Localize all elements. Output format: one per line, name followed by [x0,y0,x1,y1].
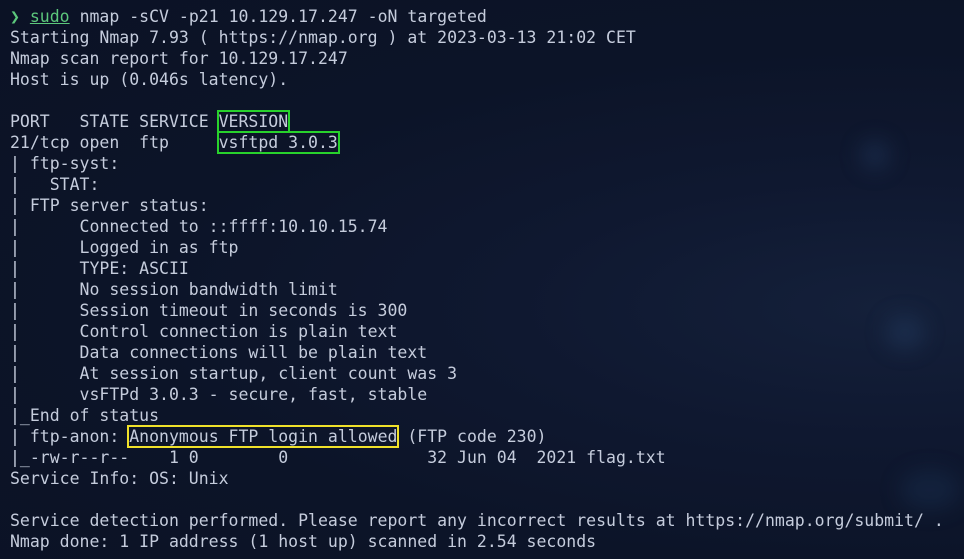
script-output-line: | vsFTPd 3.0.3 - secure, fast, stable [10,385,428,404]
script-output-line: | No session bandwidth limit [10,280,338,299]
script-output-line: | Control connection is plain text [10,322,398,341]
version-header-highlight: VERSION [216,110,291,133]
output-line: Nmap done: 1 IP address (1 host up) scan… [10,532,597,551]
script-output-line: | ftp-syst: [10,154,120,173]
command-name: sudo [29,7,70,26]
script-output-line: | Logged in as ftp [10,238,239,257]
service-info-line: Service Info: OS: Unix [10,469,229,488]
ftp-anon-prefix: | ftp-anon: [10,427,130,446]
terminal-output: ❯ sudo nmap -sCV -p21 10.129.17.247 -oN … [10,6,944,552]
script-output-line: | Connected to ::ffff:10.10.15.74 [10,217,388,236]
port-table-header: PORT STATE SERVICE VERSION [10,110,944,133]
script-output-line: | At session startup, client count was 3 [10,364,458,383]
header-columns: PORT STATE SERVICE [10,112,219,131]
ftp-anon-suffix: (FTP code 230) [397,427,547,446]
version-value-highlight: vsftpd 3.0.3 [216,131,340,154]
port-row: 21/tcp open ftp vsftpd 3.0.3 [10,131,944,154]
script-output-line: | TYPE: ASCII [10,259,189,278]
file-listing-line: |_-rw-r--r-- 1 0 0 32 Jun 04 2021 flag.t… [10,448,666,467]
anonymous-login-highlight: Anonymous FTP login allowed [127,425,400,448]
script-output-line: |_End of status [10,406,160,425]
output-line: Nmap scan report for 10.129.17.247 [10,49,348,68]
prompt-chevron-icon: ❯ [10,7,20,26]
output-line: Host is up (0.046s latency). [10,70,289,89]
output-line: Starting Nmap 7.93 ( https://nmap.org ) … [10,28,636,47]
script-output-line: | Session timeout in seconds is 300 [10,301,408,320]
script-output-line: | Data connections will be plain text [10,343,428,362]
script-output-line: | STAT: [10,175,100,194]
port-row-columns: 21/tcp open ftp [10,133,219,152]
script-output-line: | FTP server status: [10,196,209,215]
output-line: Service detection performed. Please repo… [10,511,944,530]
ftp-anon-line: | ftp-anon: Anonymous FTP login allowed … [10,425,944,448]
command-args: nmap -sCV -p21 10.129.17.247 -oN targete… [79,7,487,26]
command-line: ❯ sudo nmap -sCV -p21 10.129.17.247 -oN … [10,6,944,27]
